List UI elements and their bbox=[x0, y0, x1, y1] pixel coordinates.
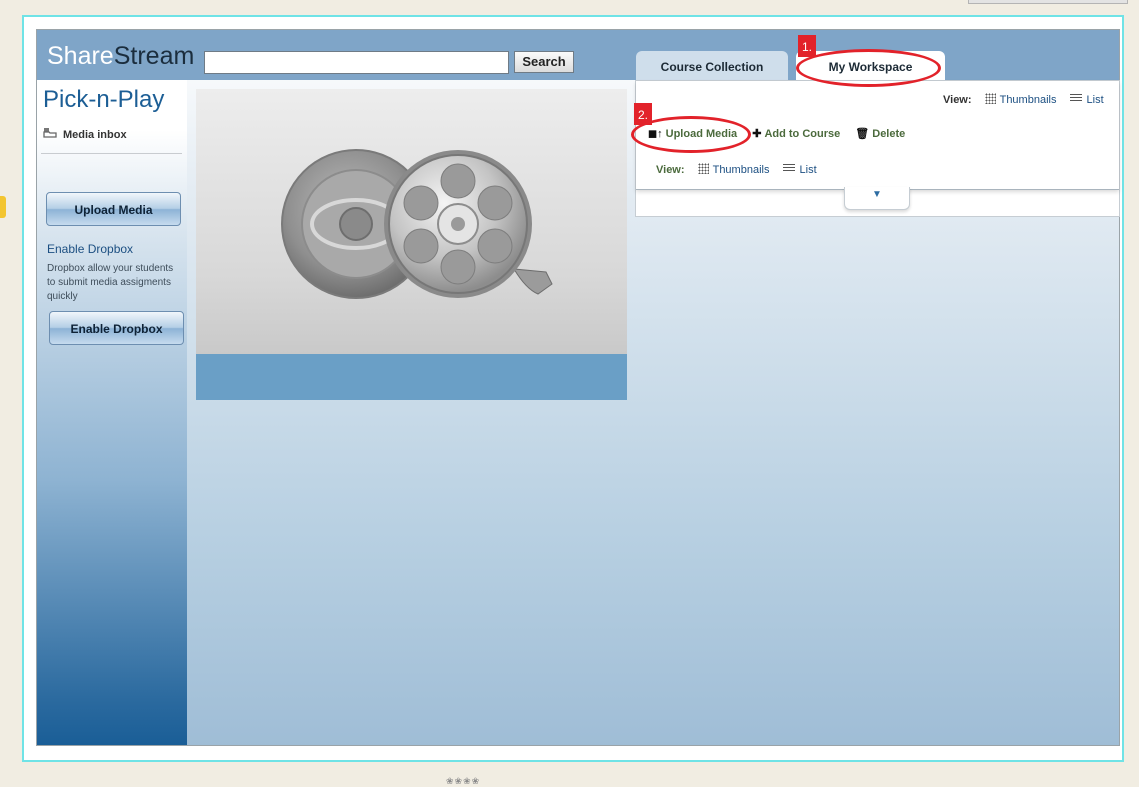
sharestream-logo: ShareStream bbox=[47, 42, 194, 71]
sidebar-upload-media-button[interactable]: Upload Media bbox=[46, 192, 181, 226]
view-toggle-top: View: Thumbnails List bbox=[943, 93, 1104, 106]
add-to-course-action[interactable]: ✚ Add to Course bbox=[752, 128, 840, 140]
step2-highlight-circle bbox=[631, 116, 751, 153]
film-reel-icon bbox=[384, 150, 553, 298]
list-icon bbox=[782, 164, 795, 173]
chevron-down-icon: ▼ bbox=[872, 189, 882, 200]
list-icon bbox=[1069, 94, 1082, 103]
sidebar: Pick-n-Play Media inbox Upload Media Ena… bbox=[37, 80, 187, 745]
sidebar-title: Pick-n-Play bbox=[43, 86, 165, 113]
expand-toggle[interactable]: ▼ bbox=[844, 187, 910, 210]
search-input[interactable] bbox=[204, 51, 509, 74]
brand-part1: Share bbox=[47, 42, 114, 70]
tab-course-collection[interactable]: Course Collection bbox=[636, 51, 788, 81]
view2-label: View: bbox=[656, 164, 685, 176]
media-inbox-icon bbox=[43, 127, 57, 141]
view-label: View: bbox=[943, 94, 972, 106]
footer-decoration: ❀❀❀❀ bbox=[446, 776, 481, 786]
media-placeholder-image bbox=[196, 89, 627, 354]
step1-callout: 1. bbox=[798, 35, 817, 57]
media-inbox-label: Media inbox bbox=[63, 129, 127, 141]
delete-action[interactable]: 🗑 Delete bbox=[855, 128, 905, 140]
thumbnails-grid-icon bbox=[984, 93, 996, 104]
view-thumbnails-link[interactable]: Thumbnails bbox=[984, 93, 1056, 106]
header-bar: ShareStream Search Course Collection My … bbox=[37, 30, 1119, 81]
search-button[interactable]: Search bbox=[514, 51, 574, 73]
view-list-link[interactable]: List bbox=[1069, 94, 1104, 106]
media-preview bbox=[196, 89, 627, 400]
view2-list-link[interactable]: List bbox=[782, 164, 817, 176]
sidebar-divider bbox=[41, 153, 182, 154]
dropbox-description: Dropbox allow your students to submit me… bbox=[47, 263, 174, 302]
view-toggle-secondary: View: Thumbnails List bbox=[656, 163, 817, 176]
thumbnails-grid-icon bbox=[697, 163, 709, 174]
step1-highlight-circle bbox=[796, 49, 941, 87]
top-right-button[interactable] bbox=[968, 0, 1128, 4]
sharestream-app: ShareStream Search Course Collection My … bbox=[36, 29, 1120, 746]
brand-part2: Stream bbox=[113, 42, 195, 70]
enable-dropbox-link[interactable]: Enable Dropbox bbox=[47, 242, 133, 256]
view2-thumbnails-link[interactable]: Thumbnails bbox=[697, 163, 769, 176]
media-inbox-link[interactable]: Media inbox bbox=[43, 127, 127, 141]
side-collapse-tab[interactable] bbox=[0, 196, 6, 218]
trash-icon: 🗑 bbox=[855, 128, 870, 140]
enable-dropbox-button[interactable]: Enable Dropbox bbox=[49, 311, 184, 345]
add-icon: ✚ bbox=[752, 128, 762, 140]
